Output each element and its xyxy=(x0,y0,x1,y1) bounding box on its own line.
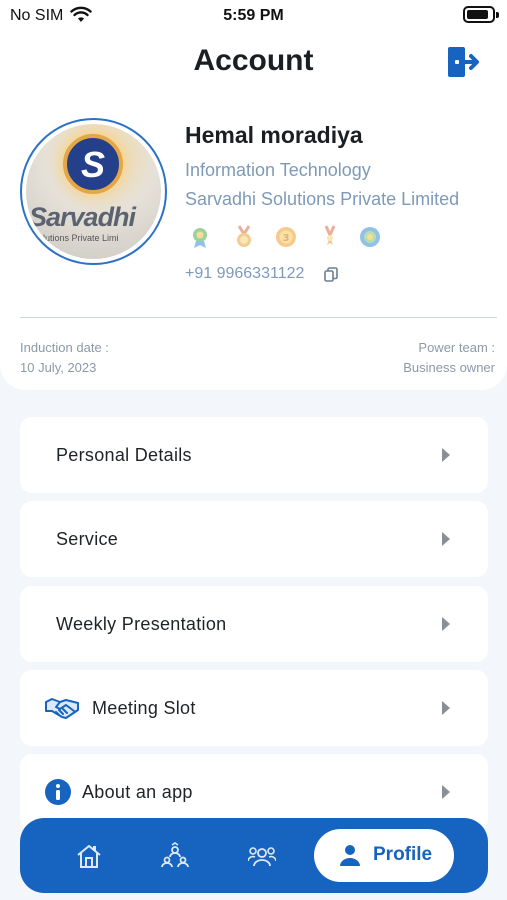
avatar-signage-subtext: Solutions Private Limi xyxy=(32,233,119,243)
menu-item-label: Personal Details xyxy=(56,445,192,465)
menu-item-personal-details[interactable]: Personal Details xyxy=(20,417,488,493)
tab-profile[interactable]: Profile xyxy=(314,829,454,882)
profile-department: Information Technology xyxy=(185,160,371,180)
menu-item-label: Meeting Slot xyxy=(92,698,196,718)
badge-medal-icon xyxy=(237,225,251,247)
members-icon[interactable] xyxy=(161,842,189,870)
chevron-right-icon xyxy=(442,532,450,546)
person-icon xyxy=(340,845,360,866)
profile-phone: +91 9966331122 xyxy=(185,265,305,282)
menu-item-weekly-presentation[interactable]: Weekly Presentation xyxy=(20,586,488,662)
menu-item-label: About an app xyxy=(82,782,193,802)
profile-company: Sarvadhi Solutions Private Limited xyxy=(185,189,460,209)
battery-icon xyxy=(463,6,499,23)
home-icon[interactable] xyxy=(75,842,103,870)
badge-green-icon xyxy=(193,228,207,248)
page-title: Account xyxy=(193,44,314,77)
menu-item-meeting-slot[interactable]: Meeting Slot xyxy=(20,670,488,746)
chevron-right-icon xyxy=(442,448,450,462)
chevron-right-icon xyxy=(442,617,450,631)
badge-coin-icon: 3 xyxy=(276,227,296,247)
induction-date-value: 10 July, 2023 xyxy=(20,360,97,375)
profile-name: Hemal moradiya xyxy=(185,122,363,148)
power-team-value: Business owner xyxy=(403,360,495,375)
company-logo-icon: S xyxy=(63,134,123,194)
badge-emblem-icon xyxy=(360,227,380,247)
avatar[interactable]: S Sarvadhi Solutions Private Limi xyxy=(20,118,167,265)
status-bar: No SIM 5:59 PM xyxy=(0,0,507,32)
handshake-icon xyxy=(45,698,79,719)
badge-row: 3 xyxy=(188,225,388,251)
divider xyxy=(20,317,497,318)
bottom-nav: Profile xyxy=(20,818,488,893)
induction-date-label: Induction date : xyxy=(20,340,109,355)
logout-icon[interactable] xyxy=(445,44,481,80)
badge-ribbon-icon xyxy=(324,225,336,245)
menu-item-label: Weekly Presentation xyxy=(56,614,227,634)
copy-icon[interactable] xyxy=(324,267,338,283)
avatar-signage-text: Sarvadhi xyxy=(29,202,136,232)
power-team-label: Power team : xyxy=(418,340,495,355)
group-icon[interactable] xyxy=(248,842,276,870)
chevron-right-icon xyxy=(442,701,450,715)
menu-item-label: Service xyxy=(56,529,119,549)
tab-profile-label: Profile xyxy=(373,844,433,865)
info-icon xyxy=(45,779,71,805)
avatar-photo: S Sarvadhi Solutions Private Limi xyxy=(26,124,161,259)
menu-item-service[interactable]: Service xyxy=(20,501,488,577)
profile-header-card: Account S Sarvadhi Solutions Private Lim… xyxy=(0,32,507,390)
clock: 5:59 PM xyxy=(223,7,284,24)
chevron-right-icon xyxy=(442,785,450,799)
svg-text:3: 3 xyxy=(283,233,290,244)
